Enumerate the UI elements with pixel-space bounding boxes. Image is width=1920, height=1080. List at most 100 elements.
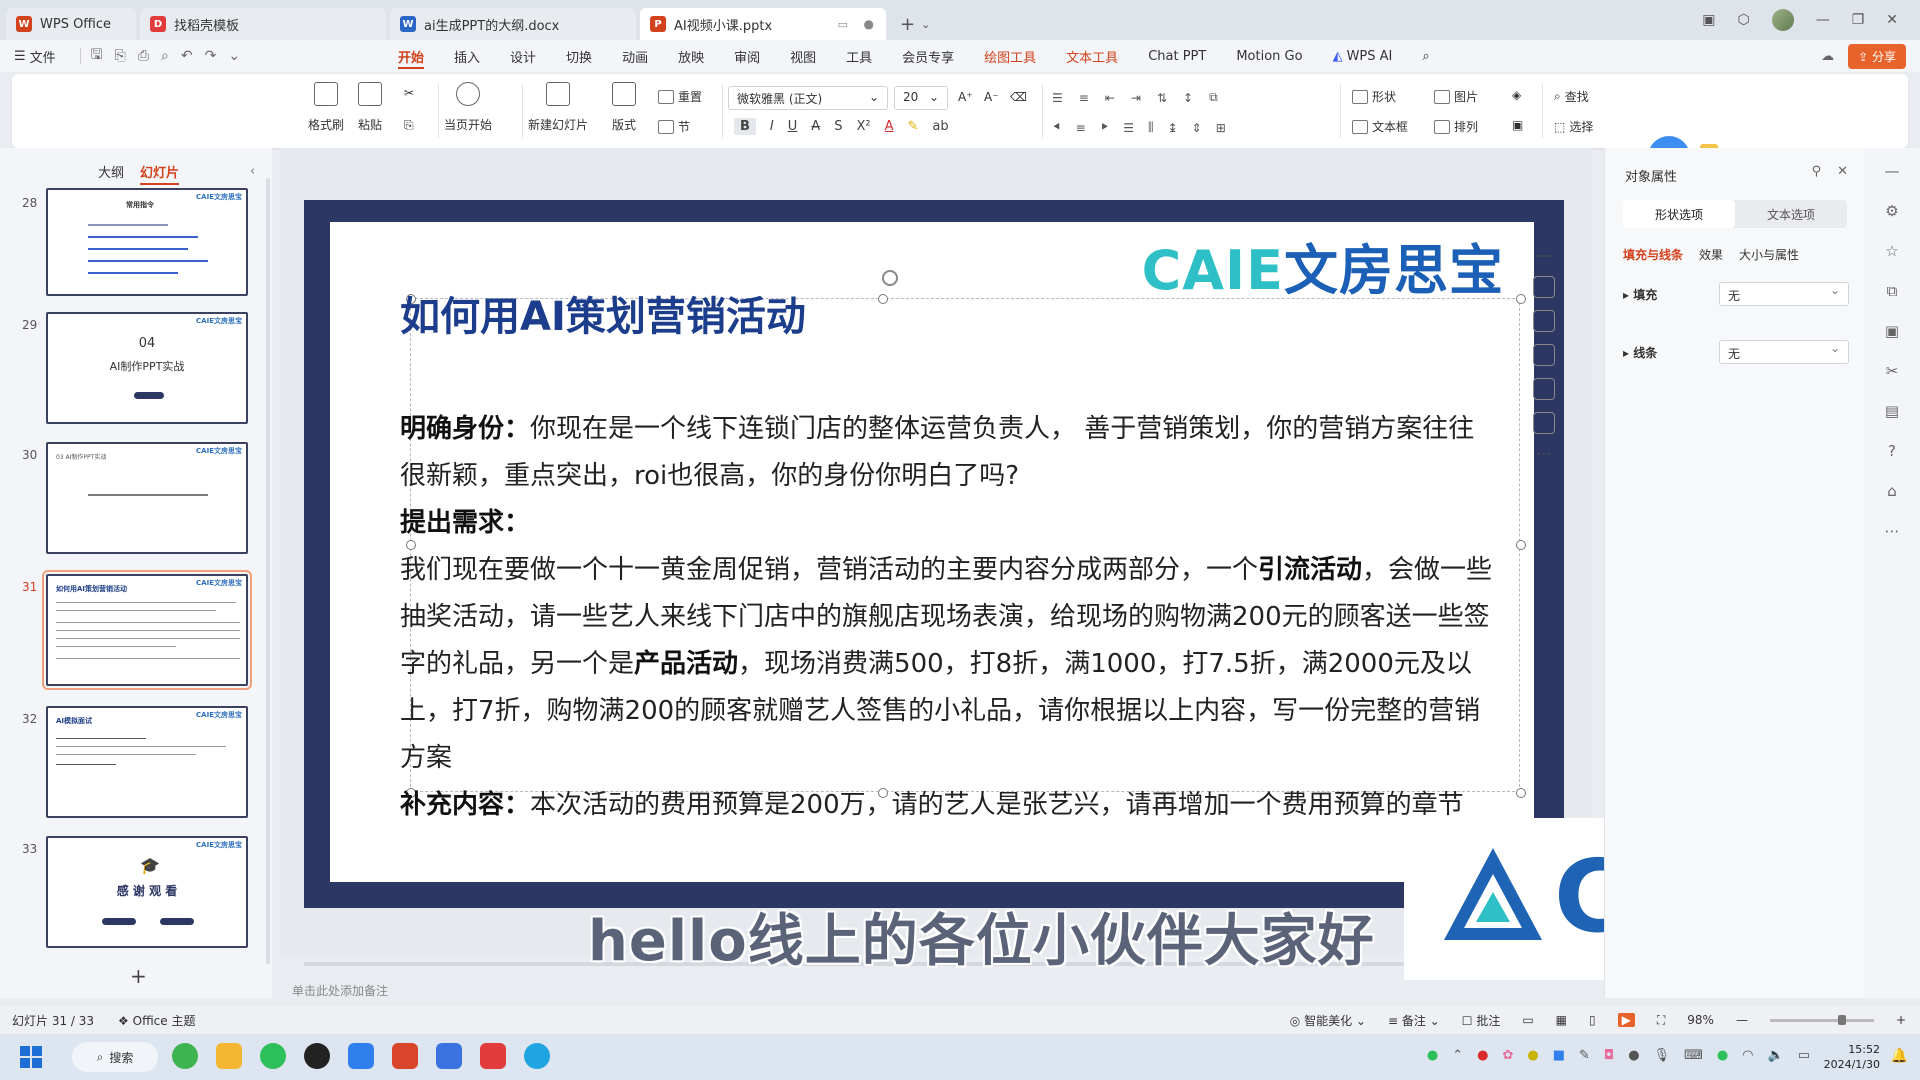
cube-icon[interactable]: ⬡	[1737, 12, 1749, 28]
align-center-icon[interactable]: ≡	[1076, 121, 1086, 135]
tab-tools[interactable]: 工具	[846, 40, 872, 72]
line-label[interactable]: ▸ 线条	[1623, 344, 1719, 361]
shape-button[interactable]: 形状	[1352, 88, 1396, 105]
font-color-icon[interactable]: A	[885, 119, 894, 134]
find-button[interactable]: ⌕ 查找	[1554, 88, 1589, 105]
grid-view-icon[interactable]: ▦	[1556, 1013, 1567, 1027]
tray-dot-icon[interactable]: ●	[1628, 1048, 1639, 1063]
k-app-icon[interactable]	[348, 1043, 374, 1069]
resize-handle[interactable]	[1516, 788, 1526, 798]
wps-app-icon[interactable]	[480, 1043, 506, 1069]
tab-wps-office[interactable]: W WPS Office	[6, 8, 136, 40]
slide-body-text[interactable]: 明确身份：你现在是一个线下连锁门店的整体运营负责人， 善于营销策划，你的营销方案…	[400, 406, 1500, 829]
picture-button[interactable]: 图片	[1434, 88, 1478, 105]
notes-button[interactable]: ≡ 备注 ⌄	[1388, 1012, 1440, 1029]
edge-icon[interactable]	[524, 1043, 550, 1069]
more-icon[interactable]: ⋯	[1885, 522, 1900, 540]
paste-button[interactable]: 粘贴	[358, 82, 382, 133]
slide-31[interactable]: CAIE文房思宝 如何用AI策划营销活动 明确身份：你现在是一个线下连锁门店的整…	[304, 200, 1564, 908]
layout-icon[interactable]: ▣	[1702, 12, 1715, 28]
tray-app-icon[interactable]: ●	[1427, 1048, 1438, 1063]
superscript-icon[interactable]: X²	[856, 119, 870, 134]
italic-icon[interactable]: I	[770, 119, 774, 134]
layout-button[interactable]: 版式	[612, 82, 636, 133]
chevron-down-icon[interactable]: ⌄	[921, 18, 930, 31]
tab-view[interactable]: 视图	[790, 40, 816, 72]
resize-handle[interactable]	[1516, 540, 1526, 550]
font-grow-icon[interactable]: A⁺	[958, 90, 973, 104]
bold-icon[interactable]: B	[734, 118, 756, 135]
print-icon[interactable]: ⎙	[138, 48, 149, 64]
star-icon[interactable]: ☆	[1885, 242, 1898, 260]
justify-icon[interactable]: ☰	[1123, 121, 1134, 135]
adjust-icon[interactable]: ⚙	[1885, 202, 1898, 220]
char-spacing-icon[interactable]: ab	[932, 119, 948, 134]
tab-transition[interactable]: 切换	[566, 40, 592, 72]
input-method-icon[interactable]: ⌨	[1684, 1048, 1703, 1063]
tab-outline[interactable]: 大纲	[98, 162, 124, 181]
select-button[interactable]: ⬚ 选择	[1554, 118, 1593, 135]
avatar[interactable]	[1771, 9, 1794, 31]
text-direction-icon[interactable]: ⇅	[1157, 91, 1167, 105]
battery-icon[interactable]: ▭	[1798, 1048, 1810, 1063]
tab-home[interactable]: 开始	[398, 40, 425, 72]
minus-icon[interactable]: —	[1537, 248, 1551, 264]
cloud-icon[interactable]: ☁	[1821, 49, 1834, 64]
wechat-icon[interactable]	[260, 1043, 286, 1069]
tab-chat-ppt[interactable]: Chat PPT	[1148, 40, 1206, 72]
chevron-up-icon[interactable]: ⌃	[1452, 1048, 1463, 1063]
add-slide-button[interactable]: +	[130, 964, 147, 988]
convert-icon[interactable]: ⧉	[1209, 90, 1218, 105]
feishu-icon[interactable]	[436, 1043, 462, 1069]
layers-icon[interactable]	[1533, 276, 1555, 298]
columns-icon[interactable]: ⫼	[1148, 120, 1154, 135]
reset-button[interactable]: 重置	[658, 88, 702, 105]
search-icon[interactable]: ⌕	[1422, 40, 1429, 72]
section-button[interactable]: 节	[658, 118, 690, 135]
zoom-in-icon[interactable]: +	[1896, 1013, 1906, 1027]
smart-beautify-button[interactable]: ◎ 智能美化 ⌄	[1290, 1012, 1366, 1029]
sort-icon[interactable]: ↕	[1183, 91, 1193, 105]
tab-member[interactable]: 会员专享	[902, 40, 954, 72]
tab-insert[interactable]: 插入	[454, 40, 480, 72]
theme-name[interactable]: ❖ Office 主题	[118, 1012, 195, 1029]
powerpoint-icon[interactable]	[392, 1043, 418, 1069]
tab-text-tools[interactable]: 文本工具	[1066, 40, 1118, 72]
print-preview-icon[interactable]: ⌕	[161, 48, 169, 64]
subtab-effect[interactable]: 效果	[1699, 246, 1723, 263]
pin-icon[interactable]: ⚲	[1812, 164, 1822, 179]
fill-bucket-icon[interactable]	[1533, 344, 1555, 366]
tools-icon[interactable]: ✂	[1886, 362, 1899, 380]
help-icon[interactable]: ?	[1888, 442, 1896, 460]
qq-icon[interactable]	[304, 1043, 330, 1069]
magic-tool-icon[interactable]	[1533, 412, 1555, 434]
windows-start-icon[interactable]	[20, 1046, 42, 1068]
text-align-vertical-icon[interactable]: ⊞	[1216, 121, 1226, 135]
tab-design[interactable]: 设计	[510, 40, 536, 72]
arrange-button[interactable]: 排列	[1434, 118, 1478, 135]
minimize-icon[interactable]: —	[1816, 12, 1830, 28]
align-left-icon[interactable]: ⯇	[1052, 120, 1062, 135]
copy-icon[interactable]: ⎘	[404, 118, 414, 133]
resize-handle[interactable]	[1516, 294, 1526, 304]
tab-word-doc[interactable]: W ai生成PPT的大纲.docx	[390, 8, 636, 40]
zoom-out-icon[interactable]: —	[1736, 1013, 1748, 1027]
zoom-slider[interactable]	[1769, 1014, 1874, 1025]
pen-icon[interactable]	[1533, 310, 1555, 332]
tab-wps-ai[interactable]: ◭ WPS AI	[1333, 40, 1393, 72]
shadow-icon[interactable]: S	[834, 119, 842, 134]
resize-handle[interactable]	[878, 294, 888, 304]
tray-pink-icon[interactable]: ✿	[1502, 1048, 1513, 1063]
collapse-panel-icon[interactable]: ‹	[250, 164, 255, 179]
tab-review[interactable]: 审阅	[734, 40, 760, 72]
paragraph-spacing-icon[interactable]: ⇕	[1192, 121, 1202, 135]
close-window-icon[interactable]: ✕	[1886, 12, 1898, 28]
browser-app-icon[interactable]	[172, 1043, 198, 1069]
rotate-handle-icon[interactable]	[882, 270, 898, 286]
underline-icon[interactable]: U	[788, 119, 798, 134]
new-tab-button[interactable]: + ⌄	[890, 8, 940, 40]
taskbar-search[interactable]: ⌕ 搜索	[72, 1042, 158, 1072]
tab-animation[interactable]: 动画	[622, 40, 648, 72]
fill-label[interactable]: ▸ 填充	[1623, 286, 1719, 303]
tray-bag-icon[interactable]: ◘	[1604, 1048, 1614, 1063]
